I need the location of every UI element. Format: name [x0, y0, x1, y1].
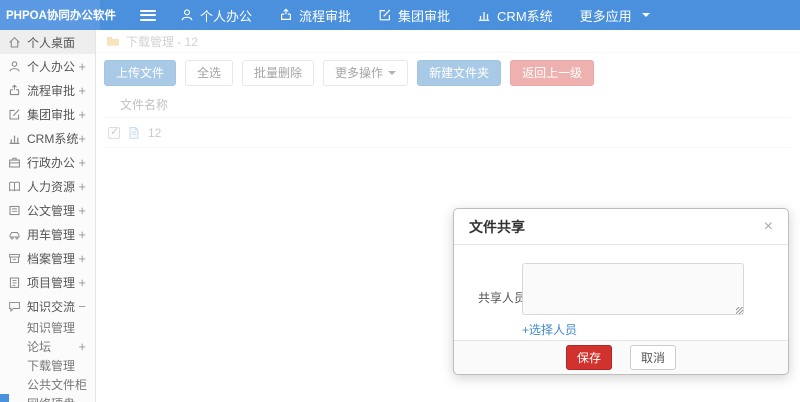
top-navigation-bar: PHPOA协同办公软件 个人办公 流程审批 集团审批 CRM系统 更多应用	[0, 0, 800, 30]
expand-icon[interactable]: +	[78, 107, 86, 122]
share-personnel-label: 共享人员	[478, 291, 527, 305]
sidebar-item-crm[interactable]: CRM系统 +	[0, 126, 95, 150]
sidebar: 个人桌面 个人办公 + 流程审批 + 集团审批 + CRM系统 + 行政办公 +…	[0, 30, 96, 402]
expand-icon[interactable]: +	[78, 179, 86, 194]
nav-item-group-approval[interactable]: 集团审批	[378, 6, 450, 25]
nav-item-crm[interactable]: CRM系统	[477, 6, 553, 25]
main-content: 下载管理 - 12 上传文件 全选 批量删除 更多操作 新建文件夹 返回上一级 …	[96, 30, 800, 402]
sidebar-item-knowledge-exchange[interactable]: 知识交流 −	[0, 294, 95, 318]
sidebar-item-label: 档案管理	[27, 251, 76, 266]
modal-body: 共享人员 +选择人员	[454, 245, 788, 340]
sidebar-item-workflow-approval[interactable]: 流程审批 +	[0, 78, 95, 102]
nav-item-label: 流程审批	[299, 8, 352, 24]
sidebar-item-label: 知识交流	[27, 299, 76, 314]
edit-icon	[8, 108, 21, 121]
sidebar-item-label: 集团审批	[27, 107, 76, 122]
sidebar-item-personal-office[interactable]: 个人办公 +	[0, 54, 95, 78]
sidebar-subitem-label: 下载管理	[27, 359, 76, 373]
collapse-icon[interactable]: −	[78, 299, 86, 314]
app-logo: PHPOA协同办公软件	[0, 0, 116, 30]
book-icon	[8, 180, 21, 193]
sidebar-item-label: 个人桌面	[27, 35, 76, 50]
nav-item-label: 个人办公	[200, 8, 253, 24]
sidebar-item-vehicle-management[interactable]: 用车管理 +	[0, 222, 95, 246]
modal-footer: 保存 取消	[454, 340, 788, 374]
expand-icon[interactable]: +	[78, 251, 86, 266]
sidebar-item-label: CRM系统	[27, 131, 79, 146]
expand-icon[interactable]: +	[78, 339, 86, 354]
sidebar-subitem-label: 公共文件柜	[27, 378, 88, 392]
close-icon[interactable]: ×	[764, 218, 773, 235]
sidebar-subitem-network-disk[interactable]: 网络硬盘	[0, 394, 95, 402]
edit-icon	[378, 8, 392, 22]
home-icon	[8, 36, 21, 49]
flow-icon	[279, 8, 293, 22]
sidebar-item-label: 行政办公	[27, 155, 76, 170]
expand-icon[interactable]: +	[78, 131, 86, 146]
nav-item-workflow-approval[interactable]: 流程审批	[279, 6, 351, 25]
sidebar-subitem-download-management[interactable]: 下载管理	[0, 356, 95, 375]
sidebar-item-project-management[interactable]: 项目管理 +	[0, 270, 95, 294]
sidebar-subitem-public-file-cabinet[interactable]: 公共文件柜	[0, 375, 95, 394]
sidebar-item-human-resources[interactable]: 人力资源 +	[0, 174, 95, 198]
cancel-button[interactable]: 取消	[630, 345, 677, 370]
expand-icon[interactable]: +	[78, 59, 86, 74]
sidebar-item-group-approval[interactable]: 集团审批 +	[0, 102, 95, 126]
chat-icon	[8, 300, 21, 313]
sidebar-item-label: 流程审批	[27, 83, 76, 98]
expand-icon[interactable]: +	[78, 275, 86, 290]
nav-item-label: CRM系统	[497, 8, 553, 24]
flow-icon	[8, 84, 21, 97]
save-button[interactable]: 保存	[565, 345, 612, 370]
doc-icon	[8, 204, 21, 217]
user-icon	[180, 8, 194, 22]
sidebar-subitem-label: 知识管理	[27, 321, 76, 335]
sidebar-item-document-management[interactable]: 公文管理 +	[0, 198, 95, 222]
chart-icon	[8, 132, 21, 145]
sidebar-item-label: 公文管理	[27, 203, 76, 218]
sidebar-item-label: 项目管理	[27, 275, 76, 290]
sidebar-item-label: 个人办公	[27, 59, 76, 74]
top-nav-menu: 个人办公 流程审批 集团审批 CRM系统 更多应用	[180, 6, 650, 25]
nav-item-more-apps[interactable]: 更多应用	[580, 6, 650, 25]
chart-icon	[477, 8, 491, 22]
sidebar-item-archive-management[interactable]: 档案管理 +	[0, 246, 95, 270]
sidebar-subitem-knowledge-management[interactable]: 知识管理	[0, 318, 95, 337]
nav-item-personal-office[interactable]: 个人办公	[180, 6, 252, 25]
nav-item-label: 集团审批	[398, 8, 451, 24]
sidebar-subitem-forum[interactable]: 论坛 +	[0, 337, 95, 356]
briefcase-icon	[8, 156, 21, 169]
sidebar-subitem-label: 网络硬盘	[27, 395, 75, 402]
archive-icon	[8, 252, 21, 265]
project-icon	[8, 276, 21, 289]
expand-icon[interactable]: +	[78, 155, 86, 170]
car-icon	[8, 228, 21, 241]
modal-title: 文件共享	[469, 218, 525, 235]
expand-icon[interactable]: +	[78, 83, 86, 98]
hamburger-menu-icon[interactable]	[140, 9, 156, 21]
sidebar-item-label: 人力资源	[27, 179, 76, 194]
sidebar-item-label: 用车管理	[27, 227, 76, 242]
caret-down-icon	[641, 13, 650, 17]
nav-item-label: 更多应用	[579, 8, 632, 24]
share-personnel-textarea[interactable]	[522, 263, 744, 315]
file-share-modal: 文件共享 × 共享人员 +选择人员 保存 取消	[453, 208, 789, 375]
user-icon	[8, 60, 21, 73]
modal-header: 文件共享 ×	[454, 209, 788, 245]
expand-icon[interactable]: +	[78, 227, 86, 242]
corner-widget[interactable]	[0, 394, 9, 402]
sidebar-subitem-label: 论坛	[27, 340, 52, 354]
select-personnel-link[interactable]: +选择人员	[522, 321, 577, 338]
expand-icon[interactable]: +	[78, 203, 86, 218]
sidebar-item-personal-desktop[interactable]: 个人桌面	[0, 30, 95, 54]
sidebar-item-admin-office[interactable]: 行政办公 +	[0, 150, 95, 174]
